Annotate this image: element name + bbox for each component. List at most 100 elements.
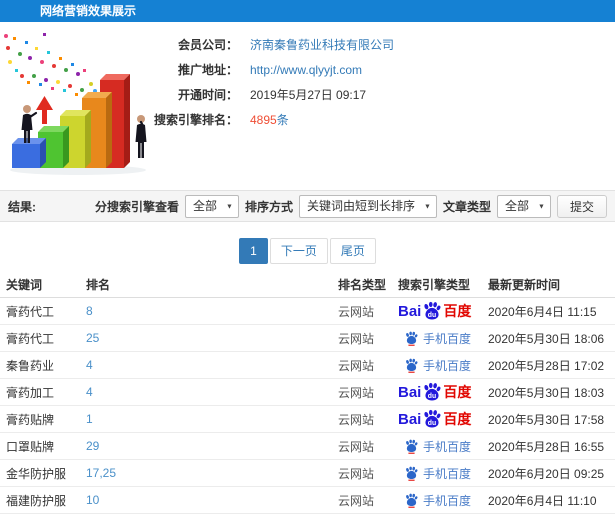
sort-select[interactable]: 关键词由短到长排序	[298, 194, 437, 218]
engine-cell: Bai du 百度	[398, 409, 488, 429]
businessman-left	[21, 105, 38, 143]
keyword-cell: 口罩贴牌	[6, 439, 55, 454]
company-label: 会员公司：	[177, 38, 238, 52]
rank-count-label: 搜索引擎排名：	[153, 113, 238, 127]
baidu-mobile-logo: 手机百度	[398, 357, 471, 374]
article-type-label: 文章类型	[442, 199, 491, 214]
baidu-mobile-logo: 手机百度	[398, 438, 471, 455]
keyword-cell: 膏药加工	[6, 385, 55, 400]
rank-count: 4895条	[250, 111, 289, 128]
baidu-mobile-text: 手机百度	[423, 439, 472, 454]
keyword-cell: 福建防护服	[6, 493, 67, 508]
baidu-paw-icon: du	[424, 409, 441, 428]
site-link[interactable]: http://www.qlyyjt.com	[250, 63, 362, 77]
table-body: 膏药代工 8 云网站 Bai du 百度 2020年6月4日 11:15 膏药代工 25 云网站手…	[0, 298, 615, 520]
rank-link[interactable]: 4	[86, 358, 93, 372]
rank-link[interactable]: 4	[86, 385, 93, 399]
keyword-cell: 膏药贴牌	[6, 412, 55, 427]
pagination: 1 下一页 尾页	[0, 238, 615, 264]
rank-count-value: 4895	[250, 113, 277, 127]
sort-select-wrap: 关键词由短到长排序	[298, 194, 437, 218]
engine-filter-select[interactable]: 全部	[184, 194, 239, 218]
page-header: 网络营销效果展示	[0, 0, 615, 22]
engine-cell: 手机百度	[398, 465, 488, 482]
engine-cell: Bai du 百度	[398, 382, 488, 402]
baidu-du-text: du	[428, 420, 436, 427]
rank-type-cell: 云网站	[338, 493, 375, 508]
growth-arrow	[36, 96, 53, 124]
company-link[interactable]: 济南秦鲁药业科技有限公司	[250, 36, 394, 53]
engine-cell: Bai du 百度	[398, 301, 488, 321]
baidu-bai-text: Bai	[398, 302, 422, 320]
rank-type-cell: 云网站	[338, 331, 375, 346]
baidu-paw-icon	[406, 358, 418, 373]
rank-link[interactable]: 29	[86, 439, 99, 453]
page-1-button[interactable]: 1	[239, 238, 268, 264]
last-page-button[interactable]: 尾页	[329, 238, 376, 264]
sort-label: 排序方式	[244, 199, 293, 214]
rank-type-cell: 云网站	[338, 385, 375, 400]
baidu-cn-text: 百度	[443, 303, 472, 319]
engine-cell: 手机百度	[398, 330, 488, 347]
table-row: 膏药代工 25 云网站 手机百度 2020年5月30日 18:06	[0, 325, 615, 352]
baidu-pc-logo: Bai du 百度	[398, 301, 471, 321]
rank-link[interactable]: 17,25	[86, 466, 116, 480]
baidu-paw-icon	[406, 331, 418, 346]
next-page-button[interactable]: 下一页	[269, 238, 328, 264]
rank-link[interactable]: 1	[86, 412, 93, 426]
company-info: 会员公司： 济南秦鲁药业科技有限公司 推广地址： http://www.qlyy…	[152, 32, 394, 132]
page-title: 网络营销效果展示	[40, 4, 137, 18]
table-header-row: 关键词 排名 排名类型 搜索引擎类型 最新更新时间	[0, 272, 615, 298]
baidu-du-text: du	[428, 312, 436, 319]
baidu-bai-text: Bai	[398, 383, 422, 401]
col-engine-type: 搜索引擎类型	[398, 278, 471, 292]
baidu-pc-logo: Bai du 百度	[398, 409, 471, 429]
filter-controls: 分搜索引擎查看 全部 排序方式 关键词由短到长排序 文章类型 全部 提交	[94, 194, 607, 218]
results-table: 关键词 排名 排名类型 搜索引擎类型 最新更新时间 膏药代工 8 云网站 Bai du 百…	[0, 272, 615, 520]
baidu-cn-text: 百度	[443, 384, 472, 400]
baidu-paw-icon: du	[424, 382, 441, 401]
businessman-right	[135, 115, 147, 158]
rank-type-cell: 云网站	[338, 439, 375, 454]
table-row: 膏药贴牌 1 云网站 Bai du 百度 2020年5月30日 17:58	[0, 406, 615, 433]
baidu-mobile-logo: 手机百度	[398, 492, 471, 509]
baidu-paw-icon	[406, 439, 418, 454]
updated-cell: 2020年5月30日 17:58	[488, 412, 605, 427]
engine-cell: 手机百度	[398, 438, 488, 455]
baidu-paw-icon	[406, 466, 418, 481]
baidu-mobile-logo: 手机百度	[398, 465, 471, 482]
marketing-illustration	[4, 33, 147, 175]
article-type-select[interactable]: 全部	[496, 194, 551, 218]
submit-button[interactable]: 提交	[556, 194, 607, 218]
baidu-paw-icon	[406, 493, 418, 508]
keyword-cell: 金华防护服	[6, 466, 67, 481]
table-row: 手机百度	[0, 514, 615, 520]
updated-cell: 2020年5月30日 18:03	[488, 385, 605, 400]
table-row: 秦鲁药业 4 云网站 手机百度 2020年5月28日 17:02	[0, 352, 615, 379]
table-row: 金华防护服 17,25 云网站 手机百度 2020年6月20日 09:25	[0, 460, 615, 487]
rank-link[interactable]: 25	[86, 331, 99, 345]
open-time-label: 开通时间：	[177, 88, 238, 102]
baidu-mobile-text: 手机百度	[423, 331, 472, 346]
updated-cell: 2020年6月20日 09:25	[488, 466, 605, 481]
baidu-pc-logo: Bai du 百度	[398, 382, 471, 402]
keyword-cell: 膏药代工	[6, 331, 55, 346]
baidu-cn-text: 百度	[443, 411, 472, 427]
rank-type-cell: 云网站	[338, 304, 375, 319]
rank-type-cell: 云网站	[338, 412, 375, 427]
table-row: 口罩贴牌 29 云网站 手机百度 2020年5月28日 16:55	[0, 433, 615, 460]
rank-link[interactable]: 8	[86, 304, 93, 318]
confetti-dots	[4, 33, 97, 100]
result-label: 结果:	[8, 199, 36, 214]
engine-filter-label: 分搜索引擎查看	[94, 199, 179, 214]
baidu-mobile-text: 手机百度	[423, 493, 472, 508]
updated-cell: 2020年5月28日 16:55	[488, 439, 605, 454]
site-label: 推广地址：	[177, 63, 238, 77]
col-rank: 排名	[86, 278, 111, 292]
engine-filter-wrap: 全部	[184, 194, 239, 218]
rank-link[interactable]: 10	[86, 493, 99, 507]
baidu-bai-text: Bai	[398, 410, 422, 428]
col-keyword: 关键词	[6, 278, 43, 292]
col-rank-type: 排名类型	[338, 278, 387, 292]
baidu-du-text: du	[428, 393, 436, 400]
